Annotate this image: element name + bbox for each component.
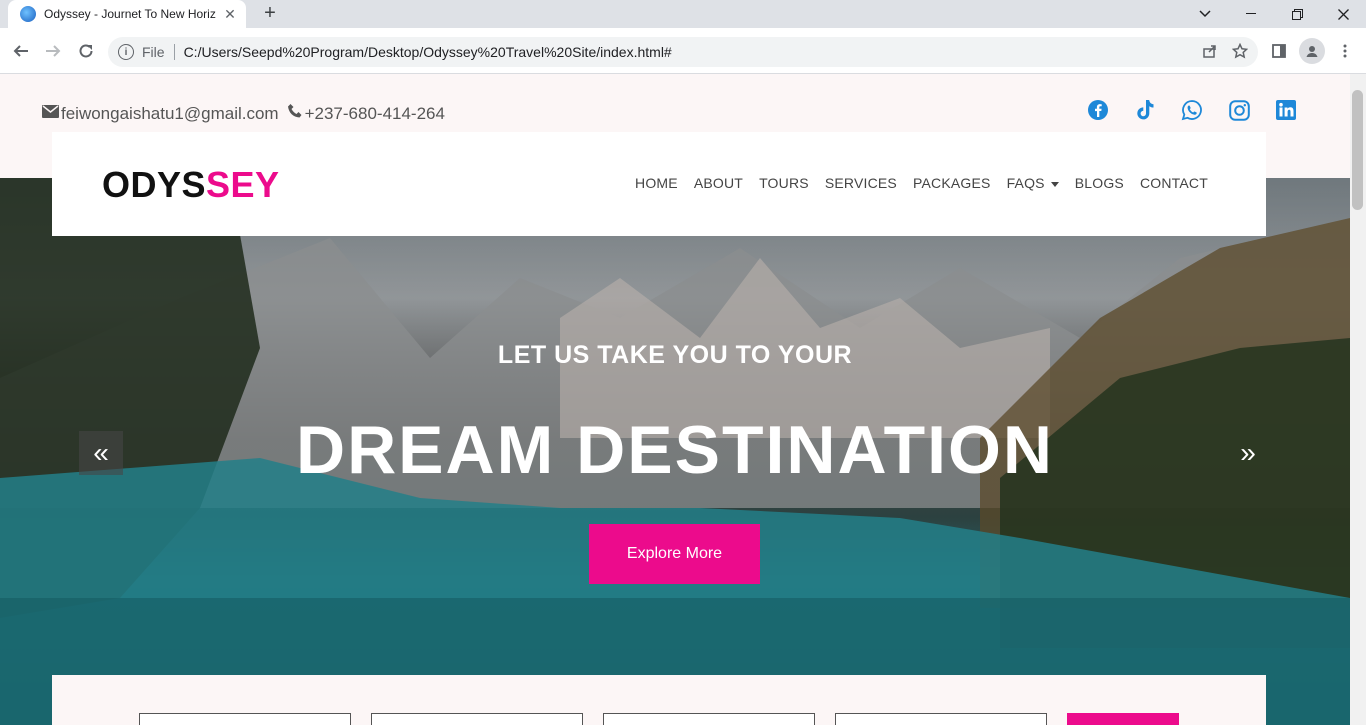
envelope-icon: [42, 104, 59, 123]
address-bar[interactable]: i File C:/Users/Seepd%20Program/Desktop/…: [108, 37, 1258, 67]
side-panel-icon[interactable]: [1266, 38, 1292, 64]
contact-email[interactable]: feiwongaishatu1@gmail.com: [61, 104, 279, 124]
nav-item-blogs[interactable]: BLOGS: [1075, 175, 1124, 191]
booking-submit-button[interactable]: [1067, 713, 1179, 725]
forward-icon[interactable]: [40, 38, 66, 64]
nav-item-tours[interactable]: TOURS: [759, 175, 809, 191]
site-info-icon[interactable]: i: [118, 44, 134, 60]
nav-item-services[interactable]: SERVICES: [825, 175, 897, 191]
site-logo[interactable]: ODYSSEY: [102, 164, 280, 206]
browser-tab[interactable]: Odyssey - Journet To New Horizons ✕: [8, 0, 246, 28]
logo-part-dark: ODYS: [102, 164, 207, 205]
bookmark-star-icon[interactable]: [1231, 42, 1249, 63]
browser-tab-bar: Odyssey - Journet To New Horizons ✕ +: [0, 0, 1366, 28]
page-scrollbar[interactable]: [1350, 74, 1366, 725]
main-navbar: ODYSSEY HOME ABOUT TOURS SERVICES PACKAG…: [52, 132, 1266, 236]
restore-icon[interactable]: [1274, 0, 1320, 28]
hero-subtitle: LET US TAKE YOU TO YOUR: [497, 341, 853, 369]
page-viewport: feiwongaishatu1@gmail.com +237-680-414-2…: [0, 74, 1350, 725]
tiktok-icon[interactable]: [1133, 98, 1157, 122]
back-icon[interactable]: [8, 38, 34, 64]
tab-search-icon[interactable]: [1182, 0, 1228, 28]
contact-info: feiwongaishatu1@gmail.com +237-680-414-2…: [42, 103, 445, 124]
new-tab-button[interactable]: +: [258, 2, 282, 25]
nav-item-contact[interactable]: CONTACT: [1140, 175, 1208, 191]
close-tab-icon[interactable]: ✕: [222, 6, 238, 23]
carousel-prev-icon[interactable]: «: [79, 431, 123, 475]
nav-item-packages[interactable]: PACKAGES: [913, 175, 991, 191]
nav-item-faqs-dropdown[interactable]: FAQS: [1007, 175, 1059, 191]
logo-part-accent: SEY: [206, 164, 280, 205]
profile-avatar-icon[interactable]: [1299, 38, 1325, 64]
booking-search-card: [52, 675, 1266, 725]
url-separator: [173, 44, 175, 60]
booking-field-4[interactable]: [835, 713, 1047, 725]
browser-toolbar: i File C:/Users/Seepd%20Program/Desktop/…: [0, 28, 1366, 74]
instagram-icon[interactable]: [1227, 98, 1251, 122]
scrollbar-thumb[interactable]: [1352, 90, 1363, 210]
tab-title: Odyssey - Journet To New Horizons: [44, 7, 216, 21]
phone-icon: [287, 103, 303, 124]
carousel-next-icon[interactable]: »: [1226, 431, 1270, 475]
url-text[interactable]: C:/Users/Seepd%20Program/Desktop/Odyssey…: [184, 44, 672, 60]
contact-phone[interactable]: +237-680-414-264: [305, 104, 445, 124]
linkedin-icon[interactable]: [1274, 98, 1298, 122]
nav-item-faqs-label: FAQS: [1006, 175, 1045, 191]
social-links: [1086, 98, 1298, 122]
minimize-icon[interactable]: [1228, 0, 1274, 28]
browser-menu-icon[interactable]: [1332, 38, 1358, 64]
site-favicon-icon: [20, 6, 36, 22]
booking-field-3[interactable]: [603, 713, 815, 725]
reload-icon[interactable]: [73, 38, 99, 64]
close-window-icon[interactable]: [1320, 0, 1366, 28]
hero-title: DREAM DESTINATION: [295, 412, 1055, 488]
share-icon[interactable]: [1202, 43, 1218, 63]
facebook-icon[interactable]: [1086, 98, 1110, 122]
whatsapp-icon[interactable]: [1180, 98, 1204, 122]
nav-menu: HOME ABOUT TOURS SERVICES PACKAGES FAQS …: [635, 175, 1208, 191]
nav-item-about[interactable]: ABOUT: [694, 175, 743, 191]
url-scheme: File: [142, 44, 165, 60]
booking-field-2[interactable]: [371, 713, 583, 725]
explore-more-button[interactable]: Explore More: [589, 524, 760, 584]
hero-banner: LET US TAKE YOU TO YOUR DREAM DESTINATIO…: [0, 178, 1350, 725]
booking-field-1[interactable]: [139, 713, 351, 725]
nav-item-home[interactable]: HOME: [635, 175, 678, 191]
caret-down-icon: [1050, 181, 1059, 187]
